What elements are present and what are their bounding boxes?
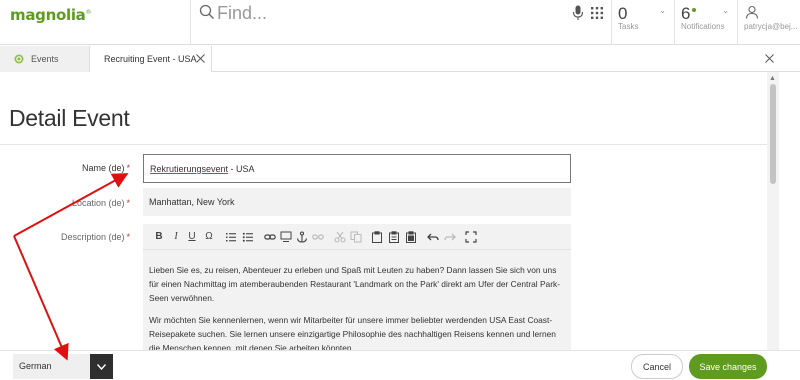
link-icon[interactable] (264, 231, 276, 243)
undo-icon[interactable] (427, 231, 439, 243)
tasks-count: 0 (618, 4, 628, 23)
notifications-label: Notifications (681, 22, 725, 31)
description-editor[interactable]: B I U Ω Lieben Sie es, zu reisen, Abente… (143, 224, 571, 350)
tab-label: Recruiting Event - USA (104, 54, 197, 64)
description-text[interactable]: Lieben Sie es, zu reisen, Abenteuer zu e… (149, 263, 564, 350)
description-paragraph: Lieben Sie es, zu reisen, Abenteuer zu e… (149, 265, 560, 303)
language-select[interactable]: German (13, 354, 113, 379)
app-root: magnolia® 0 Tasks ⌄ (0, 0, 800, 380)
location-field[interactable]: Manhattan, New York (143, 188, 571, 216)
copy-icon[interactable] (350, 231, 362, 243)
user-icon (745, 5, 759, 19)
events-app-icon (14, 54, 24, 64)
tab-label: Events (31, 54, 59, 64)
search-area (190, 0, 611, 45)
top-bar: magnolia® 0 Tasks ⌄ (0, 0, 800, 45)
tab-bar: Events Recruiting Event - USA (0, 46, 800, 72)
description-paragraph: Wir möchten Sie kennenlernen, wenn wir M… (149, 315, 556, 350)
bold-button[interactable]: B (153, 231, 165, 243)
rich-text-toolbar: B I U Ω (143, 224, 571, 250)
tab-recruiting-event[interactable]: Recruiting Event - USA (90, 46, 212, 72)
close-icon[interactable] (196, 54, 205, 63)
insert-link-icon[interactable] (280, 231, 292, 243)
notifications-indicator[interactable]: 6 Notifications ⌄ (674, 0, 737, 45)
vertical-scrollbar[interactable]: ▲ (767, 72, 779, 350)
scroll-up-icon[interactable]: ▲ (769, 75, 776, 82)
paste-word-icon[interactable] (405, 231, 417, 243)
unlink-icon[interactable] (312, 231, 324, 243)
tasks-label: Tasks (618, 22, 639, 31)
page-title: Detail Event (9, 105, 130, 131)
misspelled-word: Rekrutierungsevent (150, 164, 229, 174)
app-grid-icon[interactable] (590, 6, 604, 20)
user-menu[interactable]: patrycja@bej... (737, 0, 800, 45)
search-icon (199, 4, 214, 19)
bulleted-list-icon[interactable] (242, 231, 254, 243)
divider (0, 144, 767, 145)
user-name: patrycja@bej... (744, 22, 798, 31)
right-gutter (779, 72, 800, 350)
microphone-icon[interactable] (572, 5, 584, 21)
numbered-list-icon[interactable] (225, 231, 237, 243)
location-field-label: Location (de) * (71, 198, 130, 208)
notification-dot (692, 8, 697, 12)
italic-button[interactable]: I (170, 231, 182, 243)
footer-bar: German Cancel Save changes (0, 350, 800, 380)
maximize-icon[interactable] (465, 231, 477, 243)
chevron-down-icon: ⌄ (659, 6, 666, 15)
language-value: German (19, 361, 52, 371)
tab-events[interactable]: Events (0, 46, 90, 72)
cut-icon[interactable] (334, 231, 346, 243)
paste-icon[interactable] (371, 231, 383, 243)
chevron-down-icon: ⌄ (722, 6, 729, 15)
name-field-label: Name (de) * (81, 163, 130, 173)
notifications-count: 6 (681, 4, 691, 23)
redo-icon[interactable] (444, 231, 456, 243)
search-input[interactable] (217, 0, 547, 26)
name-field[interactable]: Rekrutierungsevent - USA (143, 154, 571, 183)
paste-text-icon[interactable] (388, 231, 400, 243)
scroll-thumb[interactable] (770, 84, 776, 184)
detail-form: Detail Event Name (de) * Rekrutierungseve… (0, 72, 767, 350)
close-icon[interactable] (765, 54, 774, 63)
special-character-button[interactable]: Ω (203, 231, 215, 243)
anchor-icon[interactable] (296, 231, 308, 243)
tasks-indicator[interactable]: 0 Tasks ⌄ (611, 0, 674, 45)
language-dropdown-button[interactable] (90, 354, 113, 379)
description-field-label: Description (de) * (60, 232, 130, 242)
cancel-button[interactable]: Cancel (631, 354, 683, 379)
magnolia-logo[interactable]: magnolia® (10, 6, 91, 24)
chevron-down-icon (97, 364, 106, 370)
underline-button[interactable]: U (186, 231, 198, 243)
save-changes-button[interactable]: Save changes (689, 354, 767, 379)
